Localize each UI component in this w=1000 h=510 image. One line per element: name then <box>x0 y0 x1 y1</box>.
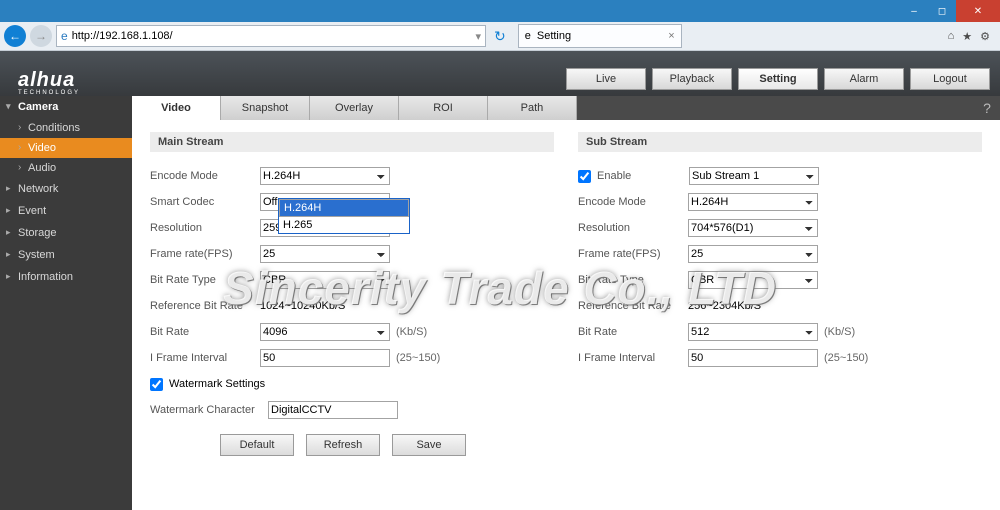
encode-mode-option-h265[interactable]: H.265 <box>279 217 409 233</box>
sub-enable-checkbox[interactable] <box>578 170 591 183</box>
sub-bitrate-type-select[interactable]: CBR <box>688 271 818 289</box>
address-dropdown-icon[interactable]: ▾ <box>475 30 481 43</box>
sidebar-group-information[interactable]: Information <box>0 266 132 288</box>
sub-resolution-select[interactable]: 704*576(D1) <box>688 219 818 237</box>
sidebar-group-system[interactable]: System <box>0 244 132 266</box>
bitrate-select[interactable]: 4096 <box>260 323 390 341</box>
help-icon[interactable]: ? <box>974 96 1000 120</box>
encode-mode-label: Encode Mode <box>150 170 260 182</box>
main-stream-column: Main Stream Encode Mode H.264H Smart Cod… <box>150 132 554 456</box>
sidebar-group-storage[interactable]: Storage <box>0 222 132 244</box>
address-text: http://192.168.1.108/ <box>72 30 173 42</box>
content-tabs: Video Snapshot Overlay ROI Path ? <box>132 96 1000 120</box>
browser-menu-icons: ⌂ ★ ⚙ <box>948 30 996 43</box>
refresh-icon[interactable]: ↻ <box>490 28 510 45</box>
sub-iframe-range: (25~150) <box>824 352 868 364</box>
watermark-checkbox[interactable] <box>150 378 163 391</box>
smart-codec-label: Smart Codec <box>150 196 260 208</box>
tab-roi[interactable]: ROI <box>399 96 488 120</box>
bitrate-label: Bit Rate <box>150 326 260 338</box>
nav-playback[interactable]: Playback <box>652 68 732 90</box>
sub-fps-label: Frame rate(FPS) <box>578 248 688 260</box>
sidebar-group-event[interactable]: Event <box>0 200 132 222</box>
sub-bitrate-type-label: Bit Rate Type <box>578 274 688 286</box>
sub-enable-label: Enable <box>597 170 689 182</box>
sidebar-group-network[interactable]: Network <box>0 178 132 200</box>
sidebar-item-audio[interactable]: Audio <box>0 158 132 178</box>
sub-encode-mode-select[interactable]: H.264H <box>688 193 818 211</box>
sub-stream-column: Sub Stream Enable Sub Stream 1 Encode Mo… <box>578 132 982 456</box>
tab-favicon: e <box>525 30 531 42</box>
sub-resolution-label: Resolution <box>578 222 688 234</box>
window-minimize[interactable]: – <box>900 0 928 22</box>
watermark-char-input[interactable] <box>268 401 398 419</box>
sidebar: Camera Conditions Video Audio Network Ev… <box>0 96 132 510</box>
ie-icon: e <box>61 29 68 43</box>
sub-bitrate-select[interactable]: 512 <box>688 323 818 341</box>
app-root: alhua TECHNOLOGY Live Playback Setting A… <box>0 51 1000 510</box>
ref-bitrate-value: 1024~10240Kb/S <box>260 300 345 312</box>
sub-ref-bitrate-value: 256~2304Kb/S <box>688 300 761 312</box>
bitrate-unit: (Kb/S) <box>396 326 427 338</box>
iframe-label: I Frame Interval <box>150 352 260 364</box>
brand-logo: alhua TECHNOLOGY <box>0 69 98 96</box>
address-bar[interactable]: e http://192.168.1.108/ ▾ <box>56 25 486 47</box>
tab-title: Setting <box>537 30 571 42</box>
top-nav: Live Playback Setting Alarm Logout <box>566 68 1000 96</box>
encode-mode-dropdown-open: H.264H H.265 <box>278 198 410 234</box>
browser-tab-setting[interactable]: e Setting × <box>518 24 682 48</box>
nav-setting[interactable]: Setting <box>738 68 818 90</box>
sub-iframe-input[interactable] <box>688 349 818 367</box>
content-area: Video Snapshot Overlay ROI Path ? Main S… <box>132 96 1000 510</box>
settings-panel: Main Stream Encode Mode H.264H Smart Cod… <box>132 120 1000 510</box>
save-button[interactable]: Save <box>392 434 466 456</box>
watermark-settings-label: Watermark Settings <box>169 378 265 390</box>
sidebar-item-video[interactable]: Video <box>0 138 132 158</box>
encode-mode-option-h264h[interactable]: H.264H <box>279 199 409 217</box>
nav-logout[interactable]: Logout <box>910 68 990 90</box>
tab-snapshot[interactable]: Snapshot <box>221 96 310 120</box>
sub-bitrate-label: Bit Rate <box>578 326 688 338</box>
encode-mode-select[interactable]: H.264H <box>260 167 390 185</box>
tools-icon[interactable]: ⚙ <box>980 30 990 43</box>
fps-select[interactable]: 25 <box>260 245 390 263</box>
tab-overlay[interactable]: Overlay <box>310 96 399 120</box>
home-icon[interactable]: ⌂ <box>948 30 955 43</box>
main-stream-title: Main Stream <box>150 132 554 152</box>
sub-ref-bitrate-label: Reference Bit Rate <box>578 300 688 312</box>
tab-close-icon[interactable]: × <box>668 30 674 42</box>
iframe-range: (25~150) <box>396 352 440 364</box>
resolution-label: Resolution <box>150 222 260 234</box>
iframe-input[interactable] <box>260 349 390 367</box>
browser-toolbar: ← → e http://192.168.1.108/ ▾ ↻ e Settin… <box>0 22 1000 51</box>
favorites-icon[interactable]: ★ <box>962 30 972 43</box>
sidebar-item-conditions[interactable]: Conditions <box>0 118 132 138</box>
watermark-char-label: Watermark Character <box>150 404 268 416</box>
sub-encode-mode-label: Encode Mode <box>578 196 688 208</box>
sub-stream-title: Sub Stream <box>578 132 982 152</box>
default-button[interactable]: Default <box>220 434 294 456</box>
fps-label: Frame rate(FPS) <box>150 248 260 260</box>
sub-stream-select[interactable]: Sub Stream 1 <box>689 167 819 185</box>
sidebar-group-camera[interactable]: Camera <box>0 96 132 118</box>
window-title-bar: – ◻ ✕ <box>0 0 1000 22</box>
bitrate-type-select[interactable]: CBR <box>260 271 390 289</box>
sub-fps-select[interactable]: 25 <box>688 245 818 263</box>
ref-bitrate-label: Reference Bit Rate <box>150 300 260 312</box>
sub-bitrate-unit: (Kb/S) <box>824 326 855 338</box>
nav-alarm[interactable]: Alarm <box>824 68 904 90</box>
browser-back[interactable]: ← <box>4 25 26 47</box>
refresh-button[interactable]: Refresh <box>306 434 380 456</box>
window-maximize[interactable]: ◻ <box>928 0 956 22</box>
window-close[interactable]: ✕ <box>956 0 1000 22</box>
browser-forward[interactable]: → <box>30 25 52 47</box>
tab-path[interactable]: Path <box>488 96 577 120</box>
sub-iframe-label: I Frame Interval <box>578 352 688 364</box>
app-banner: alhua TECHNOLOGY Live Playback Setting A… <box>0 51 1000 96</box>
bitrate-type-label: Bit Rate Type <box>150 274 260 286</box>
nav-live[interactable]: Live <box>566 68 646 90</box>
tab-video[interactable]: Video <box>132 96 221 120</box>
